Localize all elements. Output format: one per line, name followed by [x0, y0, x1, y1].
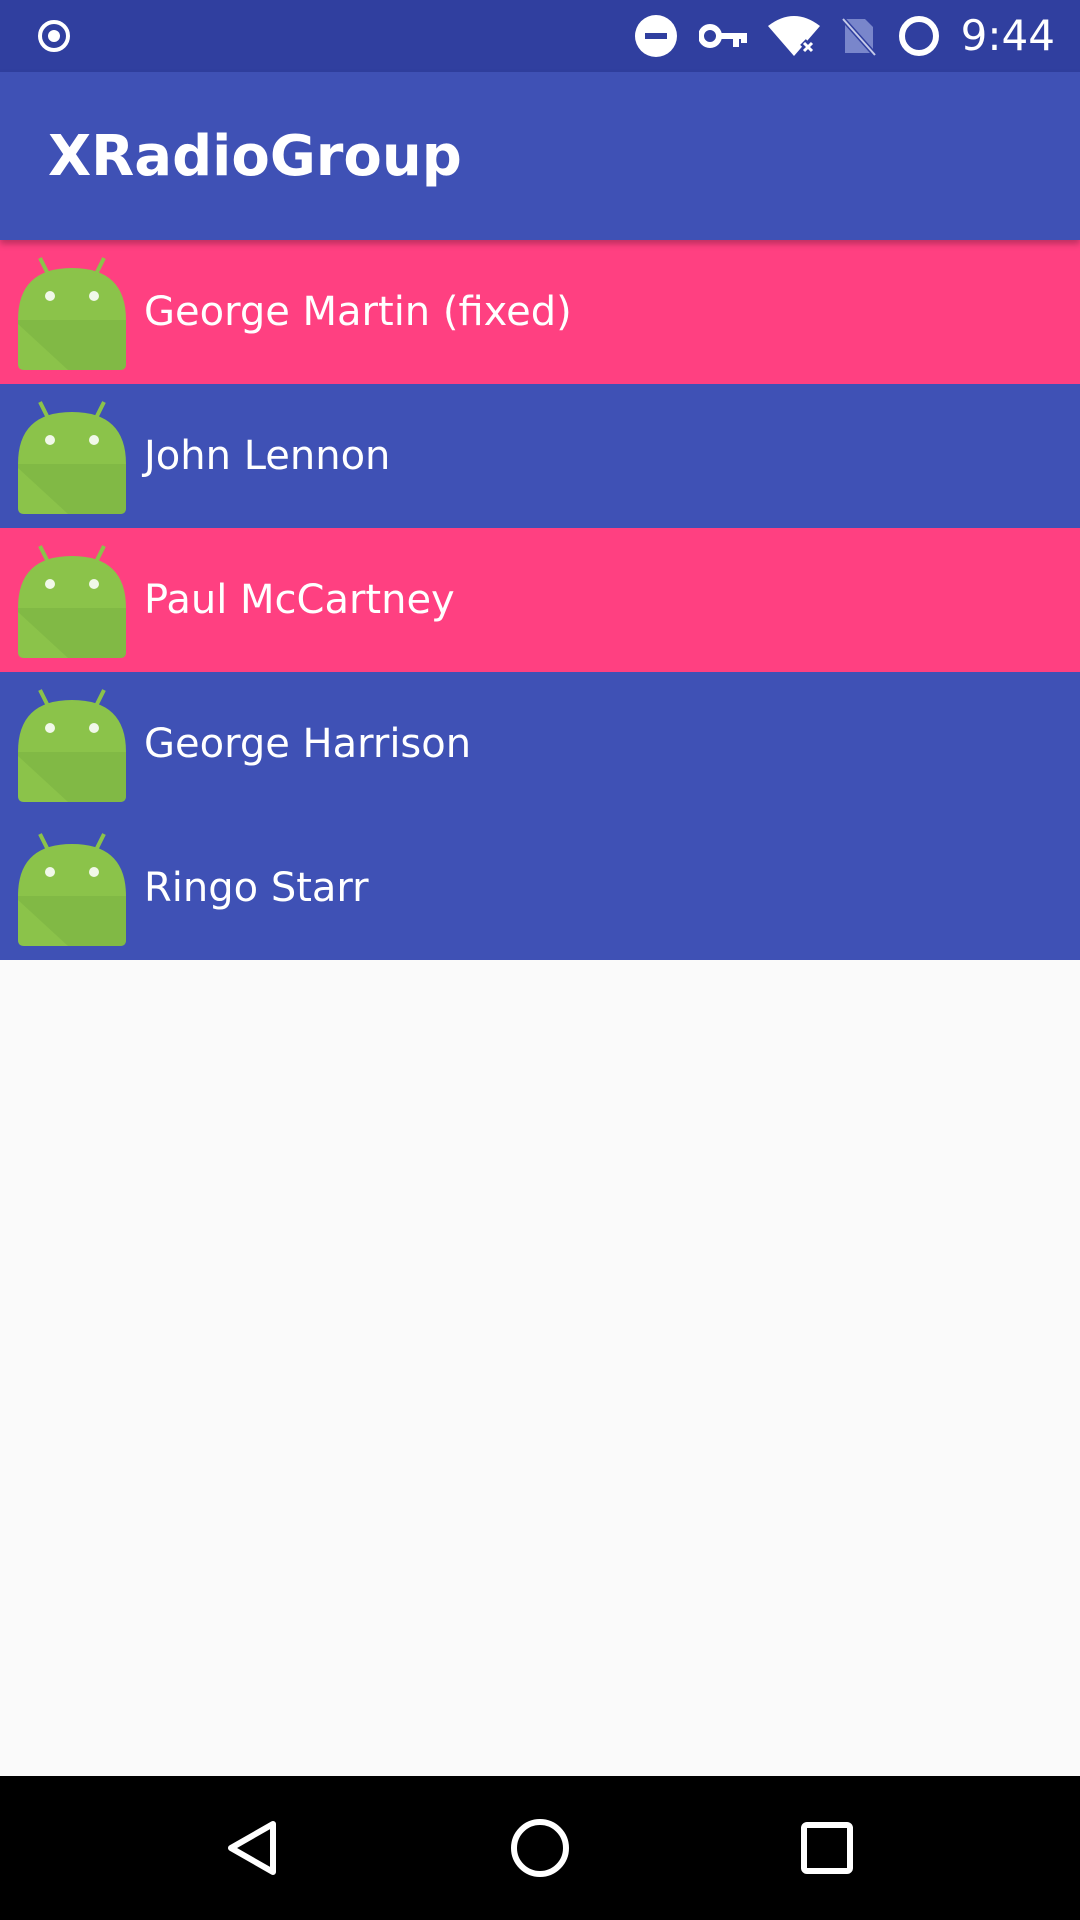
status-time: 9:44 [960, 11, 1055, 60]
list-item-george-harrison[interactable]: George Harrison [0, 672, 1080, 816]
app-title: XRadioGroup [48, 123, 462, 189]
list-item-john-lennon[interactable]: John Lennon [0, 384, 1080, 528]
android-icon [0, 816, 144, 960]
do-not-disturb-icon [633, 13, 679, 59]
radio-group-list: George Martin (fixed) John Lennon Paul M… [0, 240, 1080, 960]
android-icon [0, 672, 144, 816]
wifi-no-internet-icon [767, 14, 821, 58]
list-item-ringo-starr[interactable]: Ringo Starr [0, 816, 1080, 960]
list-item-label: George Harrison [144, 721, 472, 767]
status-bar: 9:44 [0, 0, 1080, 72]
sync-circle-icon [897, 14, 941, 58]
list-item-label: John Lennon [144, 433, 391, 479]
navigation-bar [0, 1776, 1080, 1920]
android-icon [0, 384, 144, 528]
back-icon[interactable] [193, 1788, 313, 1908]
recents-icon[interactable] [767, 1788, 887, 1908]
no-sim-icon [840, 15, 877, 57]
android-icon [0, 528, 144, 672]
home-icon[interactable] [480, 1788, 600, 1908]
list-item-george-martin[interactable]: George Martin (fixed) [0, 240, 1080, 384]
list-item-label: Ringo Starr [144, 865, 369, 911]
location-target-icon [36, 18, 72, 54]
list-item-label: Paul McCartney [144, 577, 455, 623]
list-item-paul-mccartney[interactable]: Paul McCartney [0, 528, 1080, 672]
android-icon [0, 240, 144, 384]
list-item-label: George Martin (fixed) [144, 289, 572, 335]
app-bar: XRadioGroup [0, 72, 1080, 240]
vpn-key-icon [698, 21, 747, 51]
